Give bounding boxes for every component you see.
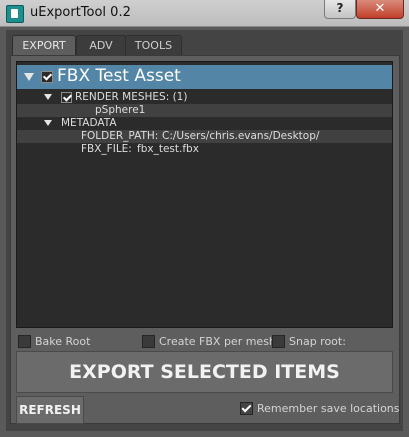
- app-icon: [6, 5, 24, 23]
- metadata-key: FBX_FILE:: [81, 143, 132, 155]
- metadata-value: fbx_test.fbx: [137, 143, 199, 155]
- expand-arrow-icon[interactable]: [44, 120, 52, 126]
- bake-root-label: Bake Root: [35, 335, 91, 348]
- window-title: uExportTool 0.2: [30, 5, 131, 20]
- help-button[interactable]: ?: [324, 0, 356, 19]
- tree-item-label: pSphere1: [95, 104, 146, 116]
- tree-item-label: METADATA: [61, 117, 117, 129]
- close-button[interactable]: ✕: [356, 0, 404, 19]
- tree-item-psphere1[interactable]: pSphere1: [17, 104, 392, 117]
- create-fbx-per-mesh-checkbox[interactable]: [142, 335, 155, 348]
- tab-adv[interactable]: ADV: [76, 35, 126, 55]
- create-fbx-per-mesh-label: Create FBX per mesh: [159, 335, 276, 348]
- tree-item-label: RENDER MESHES: (1): [75, 91, 188, 103]
- bake-root-checkbox[interactable]: [18, 335, 31, 348]
- tab-export[interactable]: EXPORT: [12, 35, 76, 55]
- snap-root-label: Snap root:: [289, 335, 346, 348]
- tab-tools[interactable]: TOOLS: [125, 35, 182, 55]
- snap-root-checkbox[interactable]: [272, 335, 285, 348]
- metadata-value: C:/Users/chris.evans/Desktop/: [162, 130, 320, 142]
- export-selected-items-button[interactable]: EXPORT SELECTED ITEMS: [16, 351, 393, 393]
- refresh-button[interactable]: REFRESH: [16, 396, 84, 424]
- remember-save-locations-label: Remember save locations: [257, 402, 400, 415]
- tree-item-label: FBX Test Asset: [57, 66, 181, 86]
- title-bar: uExportTool 0.2 ? ✕: [0, 0, 409, 27]
- tree-item-folder-path[interactable]: FOLDER_PATH: C:/Users/chris.evans/Deskto…: [17, 130, 392, 143]
- export-tree[interactable]: FBX Test Asset RENDER MESHES: (1) pSpher…: [16, 61, 393, 328]
- metadata-key: FOLDER_PATH:: [81, 130, 159, 142]
- tree-item-fbx-test-asset[interactable]: FBX Test Asset: [17, 65, 392, 89]
- asset-checkbox[interactable]: [41, 71, 53, 83]
- tree-item-render-meshes[interactable]: RENDER MESHES: (1): [17, 91, 392, 104]
- render-meshes-checkbox[interactable]: [61, 92, 72, 103]
- expand-arrow-icon[interactable]: [44, 94, 52, 100]
- remember-save-locations-checkbox[interactable]: [240, 402, 253, 415]
- tree-item-metadata[interactable]: METADATA: [17, 117, 392, 130]
- expand-arrow-icon[interactable]: [24, 73, 34, 81]
- tree-item-fbx-file[interactable]: FBX_FILE: fbx_test.fbx: [17, 143, 392, 156]
